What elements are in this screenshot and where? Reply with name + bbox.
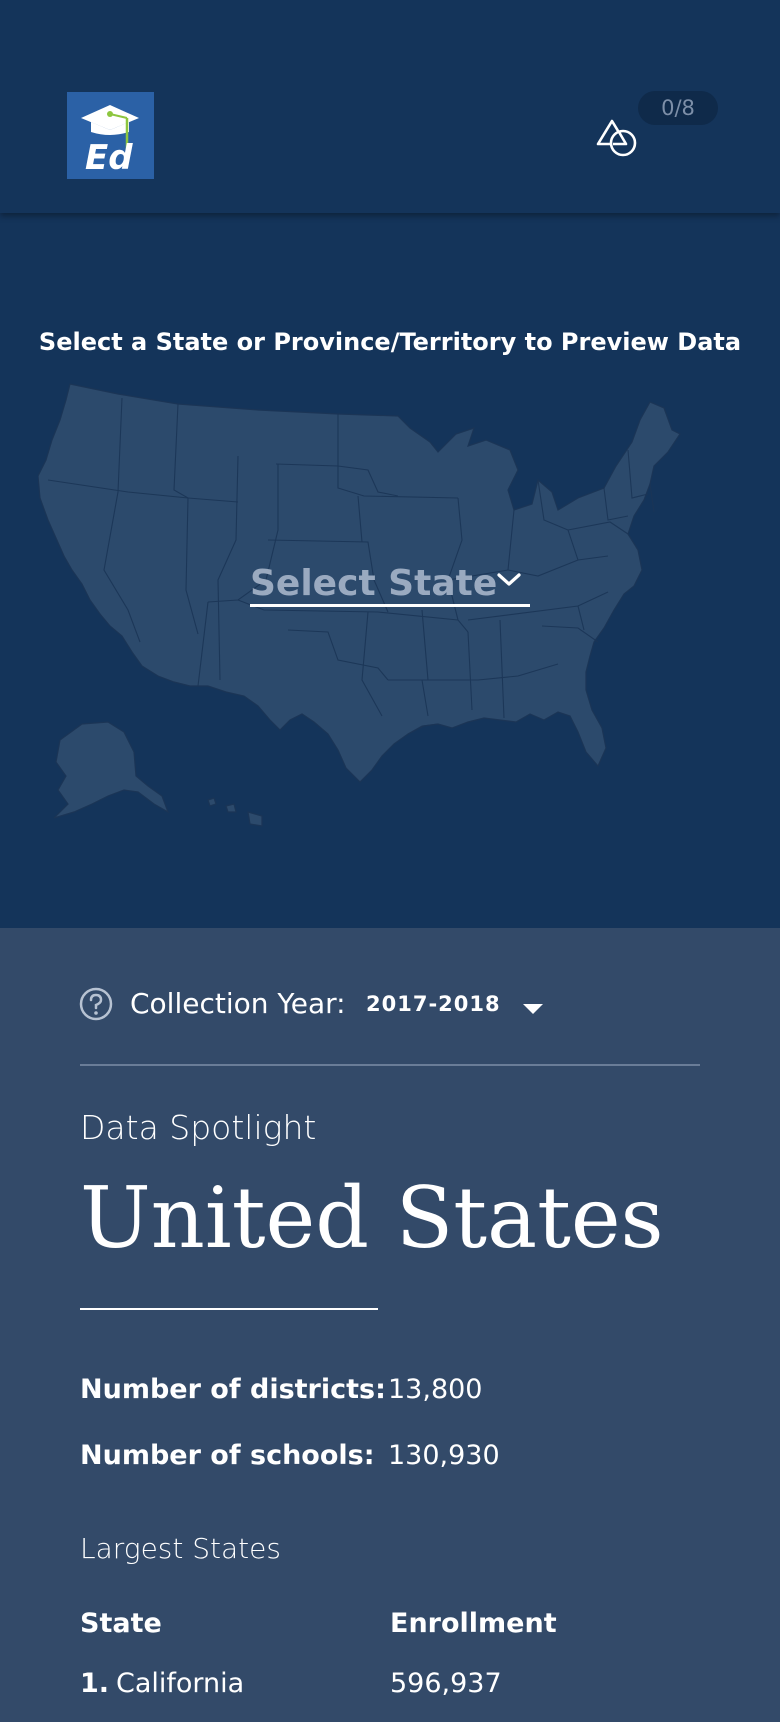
country-name: United States — [80, 1169, 664, 1267]
map-alaska — [53, 721, 170, 819]
svg-text:Ed: Ed — [85, 138, 133, 178]
data-spotlight-panel: Collection Year: 2017-2018 Data Spotligh… — [0, 928, 780, 1722]
row-state: California — [116, 1668, 245, 1699]
row-rank: 1. — [80, 1668, 110, 1699]
stat-value-districts: 13,800 — [388, 1374, 483, 1405]
collection-year-select[interactable]: 2017-2018 — [366, 986, 546, 1022]
help-circle-icon[interactable] — [79, 987, 113, 1021]
caret-down-icon — [522, 1000, 544, 1019]
chevron-down-icon — [496, 570, 522, 594]
select-state-label: Select State — [250, 563, 498, 604]
progress-counter: 0/8 — [638, 91, 718, 125]
graduation-cap-icon: Ed — [81, 105, 139, 178]
row-enrollment: 596,937 — [390, 1668, 502, 1699]
shapes-icon[interactable] — [596, 118, 642, 160]
largest-states-title: Largest States — [80, 1532, 281, 1565]
ed-logo[interactable]: Ed — [67, 92, 154, 179]
table-header-enrollment: Enrollment — [390, 1608, 557, 1639]
stat-label-districts: Number of districts: — [80, 1374, 386, 1405]
spotlight-label: Data Spotlight — [80, 1108, 317, 1147]
divider — [80, 1064, 700, 1066]
stat-label-schools: Number of schools: — [80, 1440, 375, 1471]
map-hawaii — [207, 797, 263, 827]
title-underline — [80, 1308, 378, 1310]
stat-value-schools: 130,930 — [388, 1440, 500, 1471]
app-header: Ed 0/8 — [0, 0, 780, 213]
collection-year-label: Collection Year: — [130, 987, 346, 1020]
select-state-dropdown[interactable]: Select State — [250, 564, 530, 607]
table-header-state: State — [80, 1608, 162, 1639]
us-map[interactable] — [38, 380, 748, 840]
map-section: Select a State or Province/Territory to … — [0, 213, 780, 928]
map-title: Select a State or Province/Territory to … — [38, 328, 742, 356]
collection-year-value: 2017-2018 — [366, 992, 501, 1016]
